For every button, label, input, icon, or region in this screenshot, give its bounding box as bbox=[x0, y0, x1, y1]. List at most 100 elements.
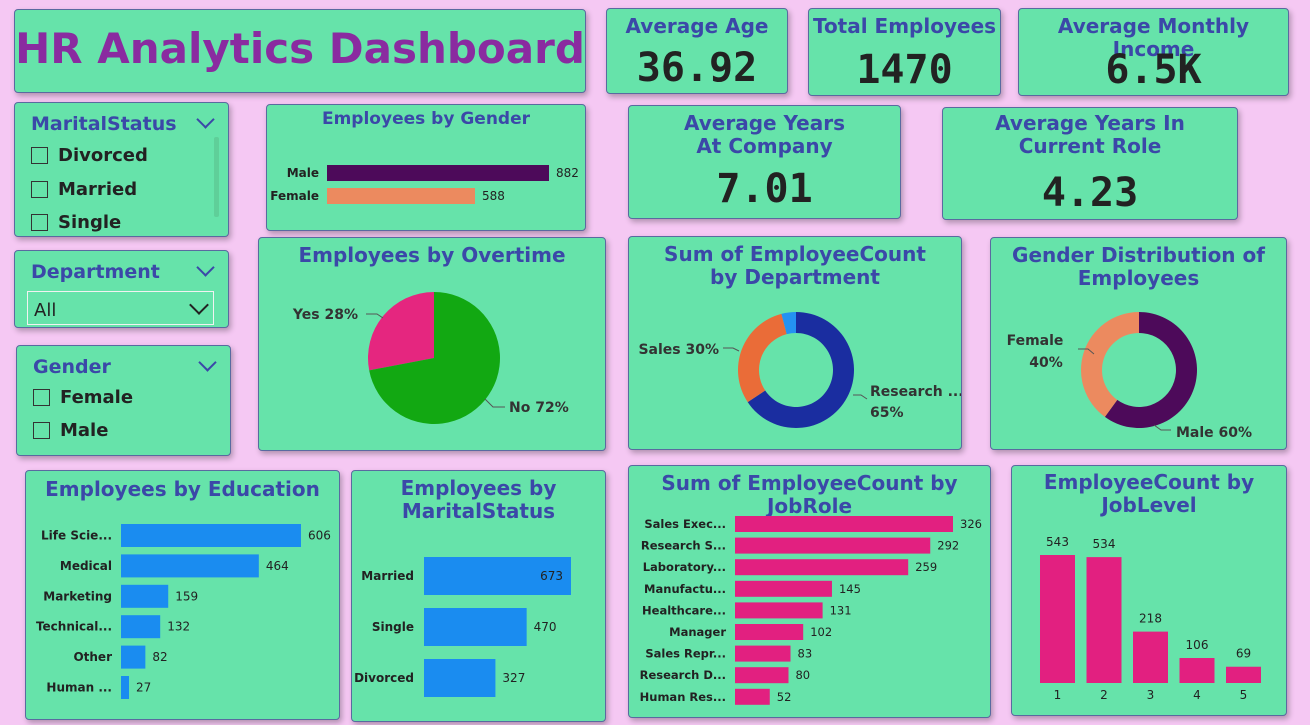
bar[interactable] bbox=[735, 645, 791, 662]
kpi-average-years-in-role[interactable]: Average Years In Current Role 4.23 bbox=[942, 107, 1238, 220]
column-bar[interactable] bbox=[1133, 631, 1168, 683]
data-label: 106 bbox=[1186, 638, 1209, 652]
checkbox[interactable] bbox=[33, 422, 50, 439]
chart-employees-by-marital-status[interactable]: Employees by MaritalStatus Married 673 Sin… bbox=[351, 470, 606, 722]
donut-slice[interactable] bbox=[738, 313, 787, 403]
chevron-down-icon[interactable] bbox=[196, 258, 215, 277]
chart-employee-count-by-jobrole[interactable]: Sum of EmployeeCount by JobRole Sales Ex… bbox=[628, 465, 991, 718]
kpi-average-years-at-company[interactable]: Average Years At Company 7.01 bbox=[628, 105, 901, 219]
data-label: 102 bbox=[810, 625, 832, 639]
data-label: 292 bbox=[937, 539, 959, 553]
bar[interactable] bbox=[735, 688, 770, 705]
slicer-marital-status[interactable]: MaritalStatus Divorced Married Single bbox=[14, 102, 229, 237]
data-label: 534 bbox=[1093, 537, 1116, 551]
leader-line[interactable] bbox=[484, 398, 505, 408]
data-label: 83 bbox=[798, 647, 813, 661]
slice-label: 40% bbox=[1029, 355, 1063, 371]
chart-employee-count-by-joblevel[interactable]: EmployeeCount by JobLevel 543 1 534 2 218 3 10… bbox=[1011, 465, 1287, 716]
slice-label: No 72% bbox=[509, 400, 569, 416]
bar[interactable] bbox=[424, 608, 527, 646]
chevron-down-icon[interactable] bbox=[198, 353, 217, 372]
data-label: 159 bbox=[175, 589, 198, 603]
bar[interactable] bbox=[121, 554, 259, 578]
option-label: Single bbox=[58, 212, 122, 233]
bar[interactable] bbox=[121, 676, 130, 699]
kpi-total-employees[interactable]: Total Employees 1470 bbox=[808, 8, 1001, 96]
kpi-average-age[interactable]: Average Age 36.92 bbox=[606, 8, 788, 94]
option-female[interactable]: Female bbox=[33, 387, 133, 408]
chevron-down-icon[interactable] bbox=[196, 110, 215, 129]
leader-line[interactable] bbox=[853, 394, 868, 400]
option-label: Female bbox=[60, 387, 134, 408]
chart-gender-distribution[interactable]: Gender Distribution of Employees Male 60… bbox=[990, 237, 1287, 450]
option-married[interactable]: Married bbox=[31, 179, 137, 200]
checkbox[interactable] bbox=[31, 147, 48, 164]
bar[interactable] bbox=[735, 667, 789, 684]
category-label: Other bbox=[73, 650, 112, 664]
bar[interactable] bbox=[327, 188, 475, 204]
bar[interactable] bbox=[121, 524, 301, 547]
department-donut-chart: Research ... 65% Sales 30% bbox=[638, 312, 961, 429]
data-label: 327 bbox=[502, 671, 525, 685]
kpi-label: Average Years In Current Role bbox=[995, 111, 1185, 158]
column-bar[interactable] bbox=[1040, 555, 1075, 683]
bar[interactable] bbox=[121, 584, 169, 608]
bar[interactable] bbox=[735, 580, 832, 597]
leader-line[interactable] bbox=[366, 313, 384, 319]
dashboard-title-card: HR Analytics Dashboard bbox=[14, 9, 586, 93]
department-dropdown[interactable]: All bbox=[27, 291, 214, 325]
checkbox[interactable] bbox=[33, 389, 50, 406]
chart-employees-by-gender[interactable]: Employees by Gender Male 882 Female 588 bbox=[266, 104, 586, 231]
bar[interactable] bbox=[735, 537, 931, 554]
chart-employees-by-overtime[interactable]: Employees by Overtime Yes 28% No 72% bbox=[258, 237, 606, 451]
slicer-gender[interactable]: Gender Female Male bbox=[16, 345, 231, 456]
option-single[interactable]: Single bbox=[31, 212, 121, 233]
gender-donut-chart: Male 60% Female 40% bbox=[1007, 312, 1252, 441]
slicer-title: MaritalStatus bbox=[31, 113, 177, 135]
leader-line[interactable] bbox=[1153, 424, 1171, 431]
option-divorced[interactable]: Divorced bbox=[31, 145, 148, 166]
data-label: 27 bbox=[136, 681, 151, 695]
data-label: 464 bbox=[266, 559, 289, 573]
donut-slice[interactable] bbox=[1081, 312, 1139, 417]
bar[interactable] bbox=[735, 624, 804, 640]
bar[interactable] bbox=[735, 602, 823, 619]
bar[interactable] bbox=[735, 559, 909, 576]
bar[interactable] bbox=[121, 645, 146, 669]
data-label: 52 bbox=[777, 690, 792, 704]
bar[interactable] bbox=[121, 615, 161, 639]
category-label: Manager bbox=[669, 625, 726, 639]
category-label: Female bbox=[270, 189, 319, 203]
category-label: Research S... bbox=[641, 539, 726, 553]
checkbox[interactable] bbox=[31, 214, 48, 231]
slicer-department[interactable]: Department All bbox=[14, 250, 229, 328]
data-label: 543 bbox=[1046, 535, 1069, 549]
checkbox[interactable] bbox=[31, 181, 48, 198]
data-label: 259 bbox=[915, 560, 937, 574]
kpi-value: 7.01 bbox=[716, 166, 813, 212]
x-tick-label: 3 bbox=[1147, 688, 1155, 702]
data-label: 470 bbox=[534, 620, 557, 634]
column-bar[interactable] bbox=[1179, 658, 1215, 683]
category-label: Technical... bbox=[36, 620, 112, 634]
bar[interactable] bbox=[735, 516, 953, 532]
option-label: Male bbox=[60, 420, 109, 441]
kpi-label: Average Years At Company bbox=[683, 111, 846, 158]
bar[interactable] bbox=[424, 659, 496, 697]
leader-line[interactable] bbox=[723, 347, 740, 352]
column-bar[interactable] bbox=[1226, 666, 1261, 683]
pie-slice[interactable] bbox=[368, 292, 434, 371]
kpi-average-monthly-income[interactable]: Average Monthly Income 6.5K bbox=[1018, 8, 1289, 96]
column-bar[interactable] bbox=[1086, 557, 1122, 683]
option-male[interactable]: Male bbox=[33, 420, 108, 441]
chart-employees-by-education[interactable]: Employees by Education Life Scie... 606 Me… bbox=[25, 470, 340, 720]
slicer-title: Department bbox=[31, 261, 160, 283]
kpi-value: 36.92 bbox=[636, 45, 758, 91]
option-label: Divorced bbox=[58, 145, 148, 166]
chart-employee-count-by-department[interactable]: Sum of EmployeeCount by Department Resea… bbox=[628, 236, 962, 450]
bar[interactable] bbox=[327, 165, 549, 181]
slicer-scrollbar[interactable] bbox=[214, 137, 219, 217]
data-label: 606 bbox=[308, 529, 331, 543]
category-label: Medical bbox=[60, 559, 112, 573]
page-title: HR Analytics Dashboard bbox=[15, 24, 585, 73]
